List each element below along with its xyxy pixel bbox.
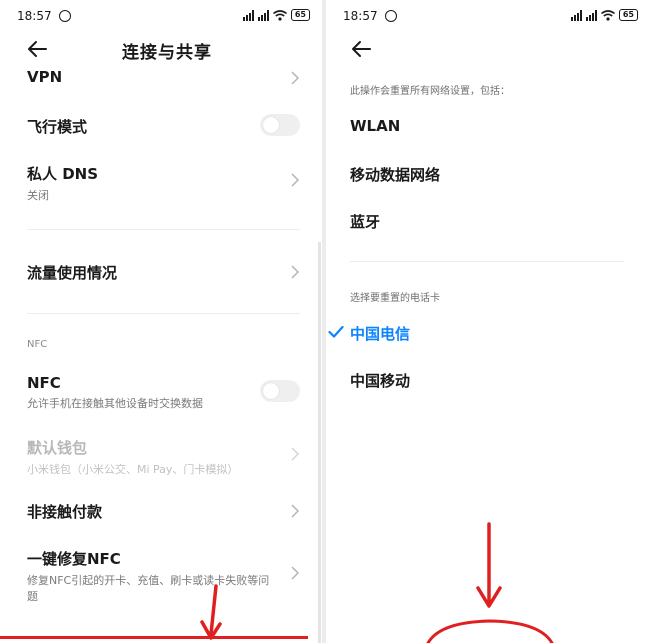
- chevron-right-icon: [291, 504, 300, 518]
- scrollbar[interactable]: [318, 242, 321, 643]
- status-time: 18:57: [17, 9, 52, 23]
- signal-icon: [585, 9, 597, 21]
- settings-item-private-dns[interactable]: 私人 DNS 关闭: [27, 163, 300, 203]
- status-time: 18:57: [343, 9, 378, 23]
- battery-icon: 65: [618, 9, 638, 21]
- connection-sharing-screen: 18:57 65 连接与共享 VPN 飞行模式 私人 DNS 关闭 流量使用情况…: [0, 0, 322, 643]
- nfc-toggle[interactable]: [260, 380, 300, 402]
- divider: [27, 229, 300, 230]
- settings-item-nfc[interactable]: NFC 允许手机在接触其他设备时交换数据: [27, 374, 300, 411]
- reset-description: 此操作会重置所有网络设置，包括：: [350, 86, 510, 97]
- page-title: 连接与共享: [122, 43, 212, 63]
- chevron-right-icon: [291, 173, 300, 187]
- divider: [27, 313, 300, 314]
- item-label: 默认钱包: [27, 439, 88, 457]
- settings-item-default-wallet: 默认钱包 小米钱包（小米公交、Mi Pay、门卡模拟）: [27, 437, 300, 477]
- settings-item-airplane-mode[interactable]: 飞行模式: [27, 114, 300, 137]
- reset-item-wlan: WLAN: [350, 117, 401, 135]
- item-label: 一键修复NFC: [27, 550, 121, 568]
- wifi-icon: [600, 9, 615, 21]
- sim-option-china-telecom[interactable]: 中国电信: [350, 323, 410, 344]
- signal-icon: [257, 9, 269, 21]
- airplane-mode-toggle[interactable]: [260, 114, 300, 136]
- wifi-icon: [272, 9, 287, 21]
- item-label: 飞行模式: [27, 118, 88, 136]
- item-sublabel: 关闭: [27, 189, 49, 202]
- reset-item-mobile-data: 移动数据网络: [350, 166, 441, 184]
- item-sublabel: 修复NFC引起的开卡、充值、刷卡或读卡失败等问题: [27, 574, 270, 603]
- reset-item-bluetooth: 蓝牙: [350, 213, 381, 231]
- divider: [350, 261, 624, 262]
- annotation-underline: [0, 636, 308, 639]
- chevron-right-icon: [291, 566, 300, 580]
- signal-icon: [570, 9, 582, 21]
- settings-item-data-usage[interactable]: 流量使用情况: [27, 262, 300, 283]
- checkmark-icon: [328, 325, 344, 338]
- status-bar: 18:57 65: [343, 7, 638, 27]
- item-sublabel: 允许手机在接触其他设备时交换数据: [27, 397, 203, 410]
- item-label: 私人 DNS: [27, 165, 99, 183]
- item-label: VPN: [27, 68, 63, 86]
- signal-icon: [242, 9, 254, 21]
- chevron-right-icon: [291, 447, 300, 461]
- alarm-icon: [59, 10, 71, 22]
- sim-option-china-mobile[interactable]: 中国移动: [350, 370, 410, 391]
- annotation-arrow-icon: [476, 522, 502, 608]
- settings-item-nfc-repair[interactable]: 一键修复NFC 修复NFC引起的开卡、充值、刷卡或读卡失败等问题: [27, 548, 300, 604]
- item-label: 非接触付款: [27, 503, 103, 521]
- item-label: 流量使用情况: [27, 264, 118, 282]
- alarm-icon: [385, 10, 397, 22]
- status-bar: 18:57 65: [17, 7, 310, 27]
- back-arrow-icon[interactable]: [26, 38, 48, 60]
- annotation-arrow-icon: [200, 584, 222, 640]
- chevron-right-icon: [291, 71, 300, 85]
- annotation-circle: [426, 619, 554, 643]
- settings-item-vpn[interactable]: VPN: [27, 68, 300, 86]
- section-header-nfc: NFC: [27, 339, 48, 350]
- sim-section-header: 选择要重置的电话卡: [350, 293, 440, 304]
- item-sublabel: 小米钱包（小米公交、Mi Pay、门卡模拟）: [27, 463, 239, 476]
- back-arrow-icon[interactable]: [350, 38, 372, 60]
- chevron-right-icon: [291, 265, 300, 279]
- settings-item-contactless-payment[interactable]: 非接触付款: [27, 501, 300, 522]
- battery-icon: 65: [290, 9, 310, 21]
